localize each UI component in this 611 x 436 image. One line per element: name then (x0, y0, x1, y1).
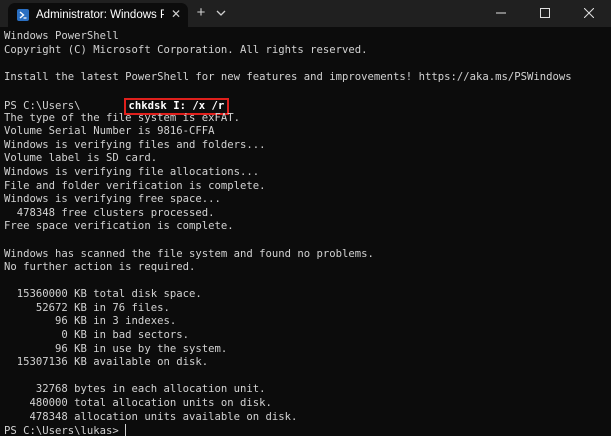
tab-title: Administrator: Windows PowerShell (36, 9, 164, 21)
terminal-line: 0 KB in bad sectors. (4, 329, 189, 342)
terminal-line: Windows PowerShell (4, 30, 119, 42)
terminal-line: 32768 bytes in each allocation unit. (4, 383, 266, 396)
terminal-line: 52672 KB in 76 files. (4, 301, 170, 314)
terminal-output[interactable]: Windows PowerShell Copyright (C) Microso… (0, 27, 611, 436)
title-bar: Administrator: Windows PowerShell ✕ + (0, 0, 611, 27)
command-line: PS C:\Users\ chkdsk I: /x /r (4, 97, 572, 115)
maximize-icon (540, 8, 550, 18)
final-prompt-line[interactable]: PS C:\Users\lukas> (4, 424, 572, 436)
terminal-line: 96 KB in use by the system. (4, 342, 228, 355)
terminal-line: Windows is verifying file allocations... (4, 165, 260, 178)
powershell-icon (17, 9, 29, 21)
terminal-window: Administrator: Windows PowerShell ✕ + (0, 0, 611, 436)
chevron-down-icon[interactable] (214, 5, 228, 21)
minimize-icon (496, 12, 506, 14)
terminal-line: Volume label is SD card. (4, 152, 158, 165)
terminal-line: 478348 allocation units available on dis… (4, 410, 298, 423)
terminal-line: 478348 free clusters processed. (4, 206, 215, 219)
terminal-line: 96 KB in 3 indexes. (4, 315, 177, 328)
terminal-line: No further action is required. (4, 261, 196, 274)
text-cursor (125, 424, 127, 436)
window-close-button[interactable] (567, 0, 611, 26)
close-icon[interactable]: ✕ (168, 6, 184, 22)
maximize-button[interactable] (523, 0, 567, 26)
close-icon (584, 8, 594, 18)
terminal-line: 480000 total allocation units on disk. (4, 397, 272, 410)
terminal-line: Install the latest PowerShell for new fe… (4, 70, 572, 83)
terminal-line: Copyright (C) Microsoft Corporation. All… (4, 43, 368, 56)
new-tab-button[interactable]: + (192, 4, 210, 22)
terminal-line: Windows is verifying free space... (4, 193, 221, 206)
prompt-prefix: PS C:\Users\ (4, 99, 81, 112)
tab-powershell[interactable]: Administrator: Windows PowerShell ✕ (8, 3, 188, 27)
terminal-line: The type of the file system is exFAT. (4, 111, 240, 124)
terminal-line: Free space verification is complete. (4, 220, 234, 233)
terminal-line: Windows is verifying files and folders..… (4, 138, 266, 151)
terminal-line: 15360000 KB total disk space. (4, 288, 202, 301)
minimize-button[interactable] (479, 0, 523, 26)
redacted-username (80, 98, 125, 111)
terminal-line: File and folder verification is complete… (4, 179, 266, 192)
terminal-line: Windows has scanned the file system and … (4, 247, 374, 260)
terminal-line: Volume Serial Number is 9816-CFFA (4, 125, 215, 138)
terminal-lines: Windows PowerShell Copyright (C) Microso… (4, 30, 572, 436)
final-prompt: PS C:\Users\lukas> (4, 425, 126, 436)
terminal-line: 15307136 KB available on disk. (4, 356, 209, 369)
